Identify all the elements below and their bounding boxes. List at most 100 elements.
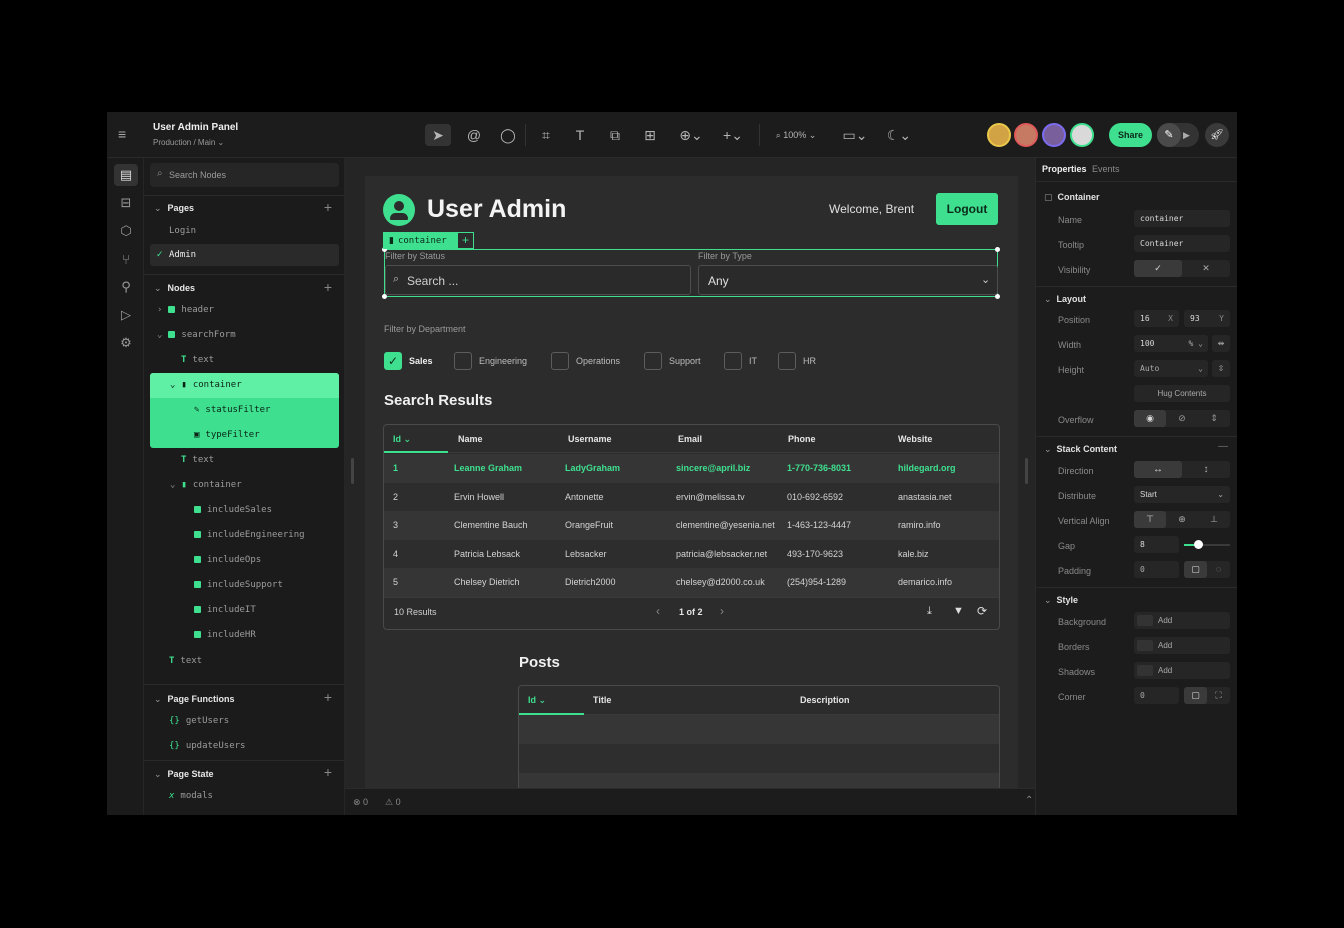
database-icon[interactable]: ⊟ [114, 192, 138, 214]
checkbox-it[interactable] [724, 352, 742, 370]
avatar[interactable] [987, 123, 1011, 147]
error-count[interactable]: ⊗ 0 [353, 797, 368, 808]
node-container[interactable]: ⌄ ▮ container [170, 480, 242, 490]
node-statusfilter[interactable]: ✎ statusFilter [194, 405, 270, 415]
zoom-control[interactable]: ⌕ 100% ⌄ [767, 125, 825, 145]
eye-off-icon[interactable]: ⊘ [1166, 410, 1198, 427]
col-id[interactable]: Id ⌄ [528, 686, 546, 714]
col-description[interactable]: Description [800, 686, 850, 714]
table-row[interactable]: 4 Patricia Lebsack Lebsacker patricia@lebsa… [384, 539, 999, 569]
node-includesales[interactable]: includeSales [194, 505, 272, 515]
avatar[interactable] [1014, 123, 1038, 147]
table-row[interactable] [519, 744, 999, 773]
page-item-login[interactable]: Login [169, 226, 196, 236]
col-website[interactable]: Website [898, 425, 932, 453]
col-email[interactable]: Email [678, 425, 702, 453]
height-select[interactable]: Auto ⌄ [1134, 360, 1208, 377]
cursor-icon[interactable]: ➤ [427, 125, 449, 145]
share-button[interactable]: Share [1109, 123, 1152, 147]
table-row-selected[interactable]: 1 Leanne Graham LadyGraham sincere@april.bi… [384, 454, 999, 483]
component-icon[interactable]: ⧉ [604, 125, 626, 145]
node-includesupport[interactable]: includeSupport [194, 580, 283, 590]
logout-button[interactable]: Logout [936, 193, 998, 225]
node-typefilter[interactable]: ▣ typeFilter [194, 430, 260, 440]
width-field[interactable]: 100 % ⌄ [1134, 335, 1208, 352]
frame-icon[interactable]: ⌗ [535, 125, 557, 145]
avatar[interactable] [1042, 123, 1066, 147]
function-updateusers[interactable]: {} updateUsers [169, 741, 245, 751]
add-child-icon[interactable]: + [457, 232, 474, 249]
node-includeengineering[interactable]: includeEngineering [194, 530, 305, 540]
fill-width-icon[interactable]: ⇹ [1212, 335, 1230, 352]
node-container[interactable]: ⌄ ▮ container [170, 380, 242, 390]
name-field[interactable]: container [1134, 210, 1230, 227]
resize-grip[interactable] [351, 458, 354, 484]
table-row[interactable] [519, 773, 999, 788]
deploy-icon[interactable]: 🚀︎ [1205, 123, 1229, 147]
tab-events[interactable]: Events [1092, 164, 1120, 174]
table-icon[interactable]: ⊞ [639, 125, 661, 145]
node-includeops[interactable]: includeOps [194, 555, 261, 565]
width-unit-select[interactable]: % ⌄ [1189, 335, 1203, 352]
function-getusers[interactable]: {} getUsers [169, 716, 229, 726]
device-icon[interactable]: ▭⌄ [841, 125, 869, 145]
node-includeit[interactable]: includeIT [194, 605, 256, 615]
align-bottom-icon[interactable]: ⊥ [1198, 511, 1230, 528]
col-phone[interactable]: Phone [788, 425, 816, 453]
chevron-up-icon[interactable]: ⌃ [1025, 795, 1033, 806]
tooltip-field[interactable]: Container [1134, 235, 1230, 252]
nodes-section-header[interactable]: ⌄ Nodes [154, 283, 195, 294]
stack-section[interactable]: ⌄ Stack Content [1044, 444, 1117, 455]
checkbox-operations[interactable] [551, 352, 569, 370]
padding-field[interactable]: 0 [1134, 561, 1179, 578]
add-page-icon[interactable]: + [324, 199, 332, 215]
align-top-icon[interactable]: ⊤ [1134, 511, 1166, 528]
table-row[interactable]: 5 Chelsey Dietrich Dietrich2000 chelsey@d20… [384, 568, 999, 597]
hug-contents-button[interactable]: Hug Contents [1134, 385, 1230, 402]
table-row[interactable]: 3 Clementine Bauch OrangeFruit clementine@y… [384, 511, 999, 540]
table-row[interactable] [519, 715, 999, 744]
node-text[interactable]: Ttext [181, 455, 214, 465]
branch-icon[interactable]: ⑂ [114, 248, 138, 270]
horizontal-icon[interactable]: ↔ [1134, 461, 1182, 478]
resize-grip[interactable] [1025, 458, 1028, 484]
node-header[interactable]: › header [157, 305, 214, 315]
col-id[interactable]: Id ⌄ [393, 425, 411, 453]
settings-icon[interactable]: ⚙ [114, 332, 138, 354]
node-includehr[interactable]: includeHR [194, 630, 256, 640]
checkbox-sales[interactable]: ✓ [384, 352, 402, 370]
at-icon[interactable]: @ [463, 125, 485, 145]
selection-tag[interactable]: ▮ container [383, 232, 457, 249]
play-icon[interactable]: ▶ [1183, 123, 1199, 147]
tab-properties[interactable]: Properties [1042, 164, 1087, 174]
eye-icon[interactable]: ◉ [1134, 410, 1166, 427]
dark-mode-icon[interactable]: ☾⌄ [885, 125, 913, 145]
col-username[interactable]: Username [568, 425, 612, 453]
shadows-add[interactable]: Add [1134, 662, 1230, 679]
checkbox-support[interactable] [644, 352, 662, 370]
menu-icon[interactable]: ≡ [118, 126, 126, 142]
resize-handle[interactable] [995, 247, 1000, 252]
type-select[interactable]: Any ⌄ [698, 265, 998, 295]
add-icon[interactable]: +⌄ [719, 125, 747, 145]
pages-section-header[interactable]: ⌄ Pages [154, 203, 194, 214]
background-add[interactable]: Add [1134, 612, 1230, 629]
avatar[interactable] [1070, 123, 1094, 147]
uniform-corner-icon[interactable]: ▢ [1184, 687, 1207, 704]
functions-section-header[interactable]: ⌄ Page Functions [154, 694, 235, 705]
align-middle-icon[interactable]: ⊕ [1166, 511, 1198, 528]
deploy-icon[interactable]: ⚲ [114, 276, 138, 298]
search-nodes-input[interactable]: ⌕ Search Nodes [150, 163, 339, 187]
checkbox-hr[interactable] [778, 352, 796, 370]
download-icon[interactable]: ⤓ [927, 605, 932, 618]
borders-add[interactable]: Add [1134, 637, 1230, 654]
col-name[interactable]: Name [458, 425, 483, 453]
visible-on-icon[interactable]: ✓ [1134, 260, 1182, 277]
uniform-padding-icon[interactable]: ▢ [1184, 561, 1207, 578]
prev-page-icon[interactable]: ‹ [656, 604, 660, 618]
refresh-icon[interactable]: ⟳ [977, 604, 987, 618]
comment-icon[interactable]: ◯ [497, 125, 519, 145]
theme-icon[interactable]: ▷ [114, 304, 138, 326]
align-icon[interactable]: ⊕⌄ [677, 125, 705, 145]
checkbox-engineering[interactable] [454, 352, 472, 370]
